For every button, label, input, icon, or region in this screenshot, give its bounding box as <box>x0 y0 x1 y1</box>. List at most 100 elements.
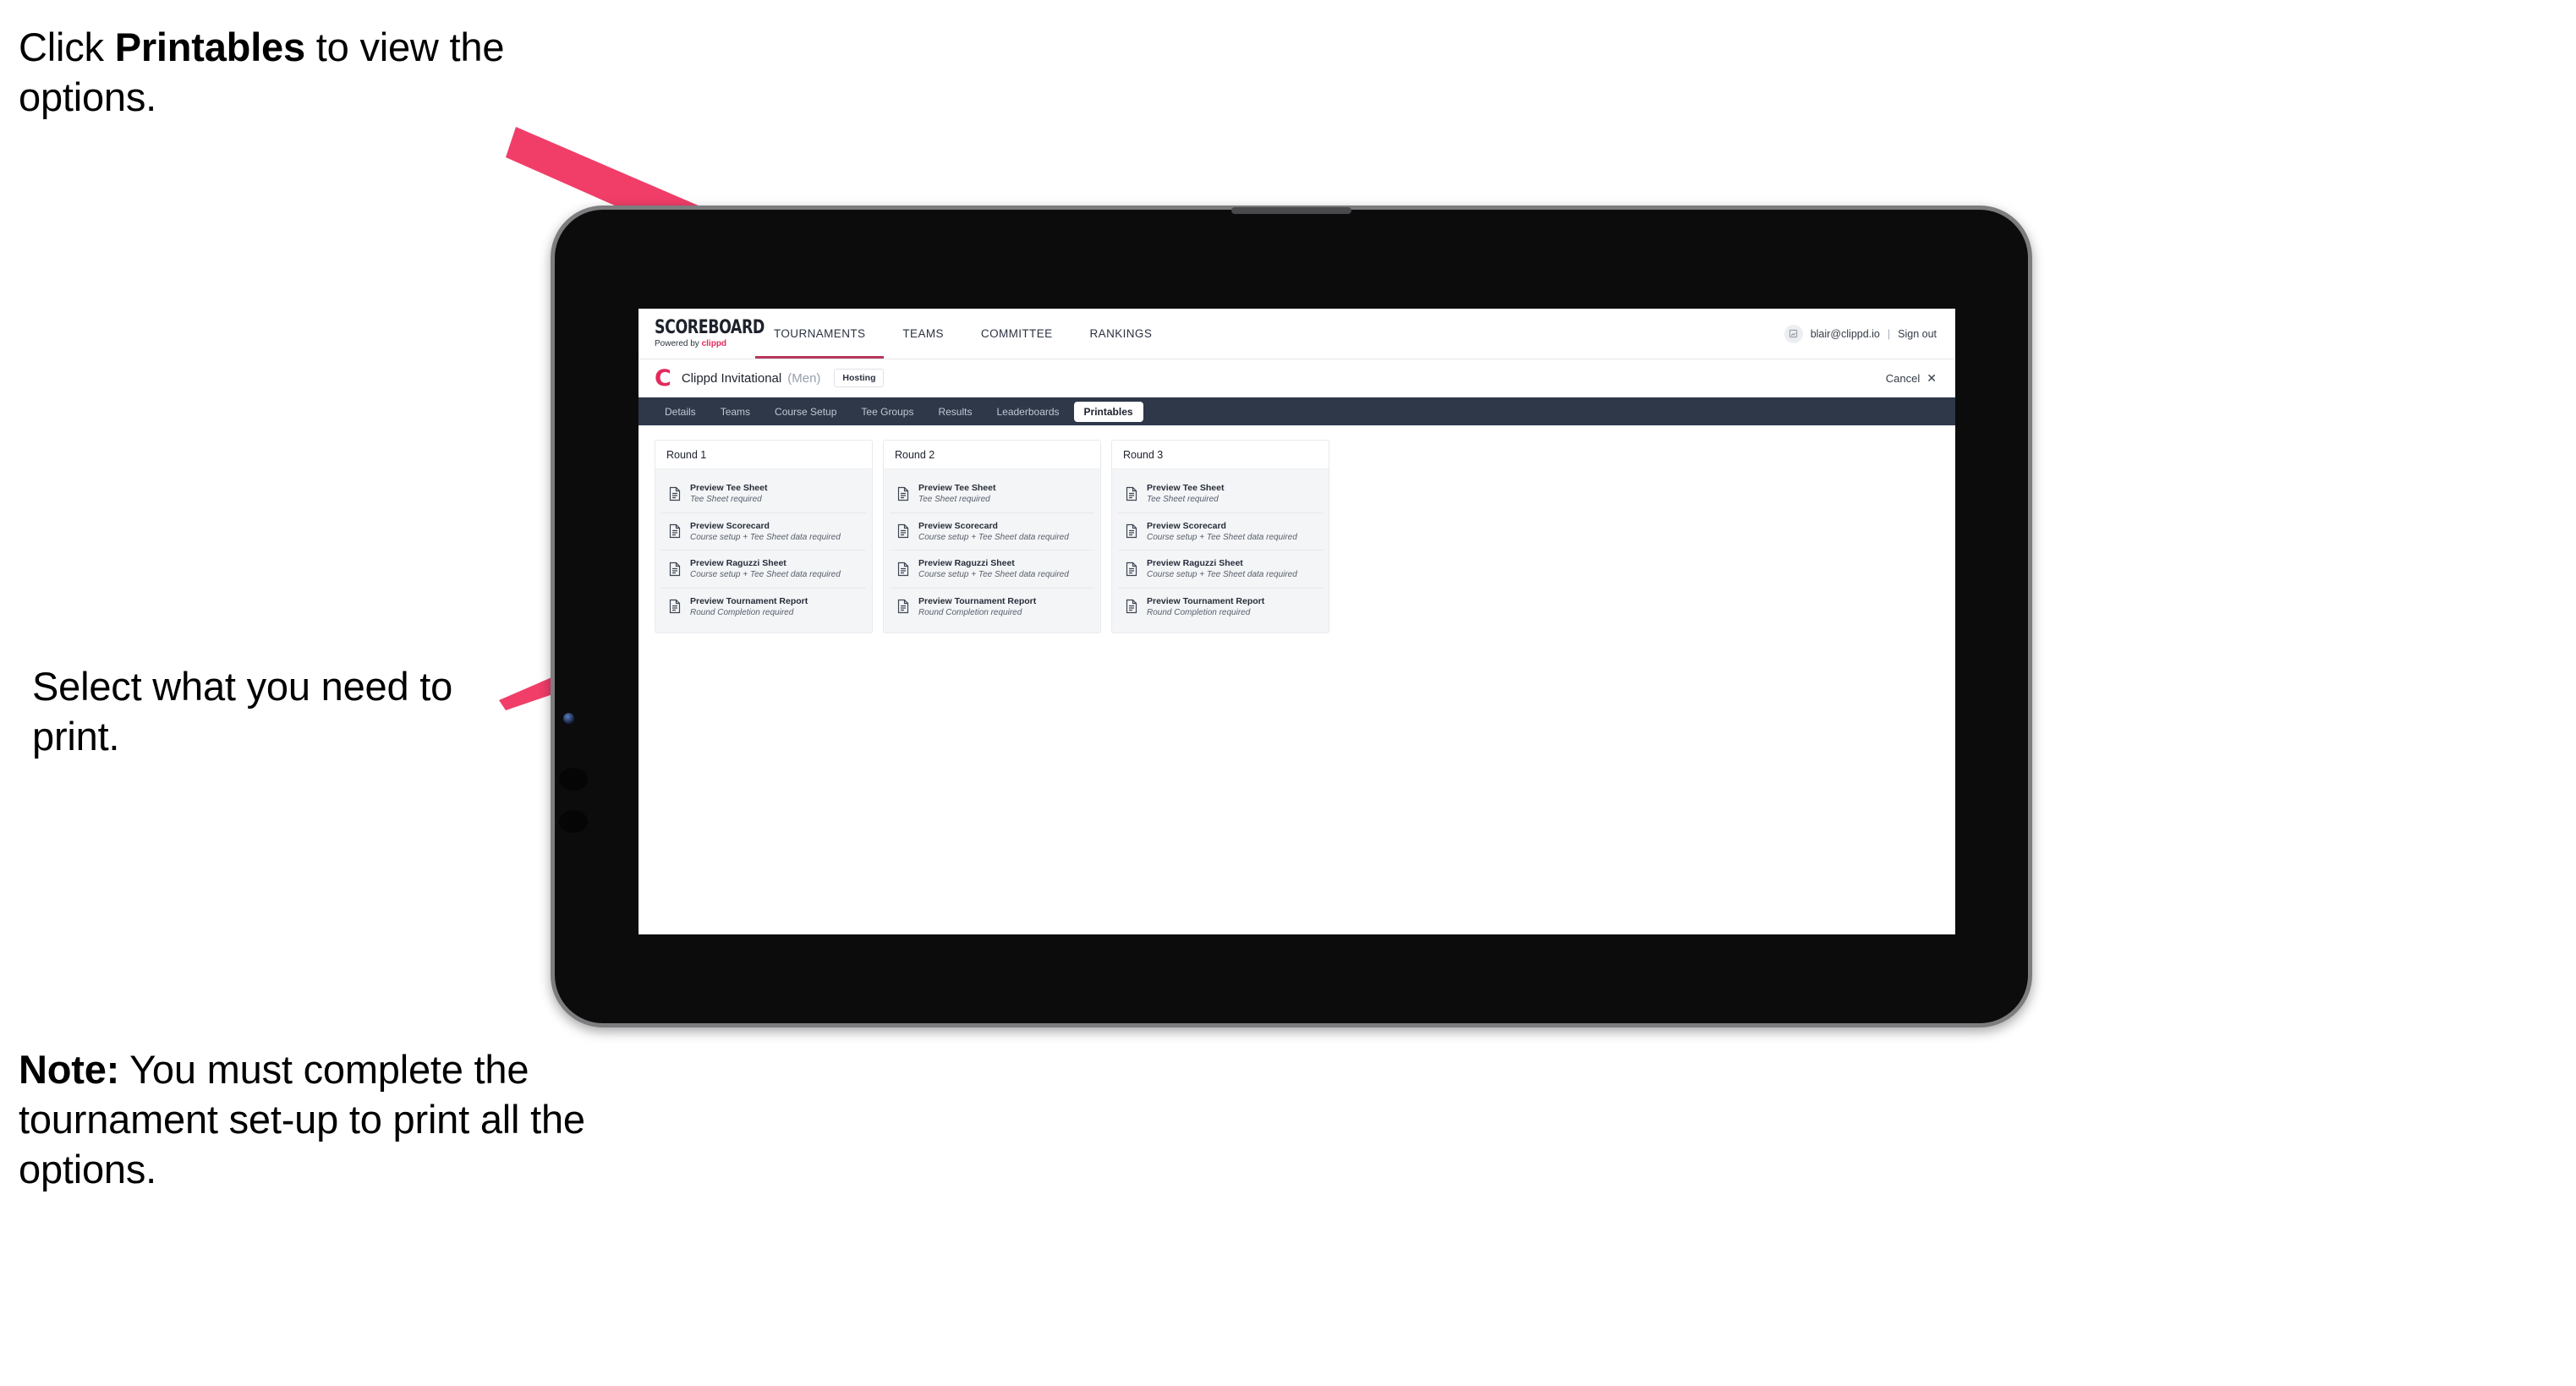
list-item-title: Preview Tee Sheet <box>1147 483 1225 493</box>
document-icon <box>668 486 682 501</box>
list-item-title: Preview Raguzzi Sheet <box>690 558 787 569</box>
document-icon <box>896 523 910 539</box>
list-item-title: Preview Scorecard <box>690 520 770 531</box>
list-item-title: Preview Scorecard <box>1147 520 1226 531</box>
nav-item-rankings[interactable]: RANKINGS <box>1072 309 1171 359</box>
user-avatar-icon[interactable] <box>1784 324 1803 343</box>
round-items-list: Preview Tee Sheet Tee Sheet required Pre… <box>1112 469 1329 633</box>
hosting-status-badge: Hosting <box>834 369 885 387</box>
tournament-header-bar: C Clippd Invitational (Men) Hosting Canc… <box>639 359 1955 397</box>
list-item-subtitle: Course setup + Tee Sheet data required <box>690 570 841 580</box>
list-item-subtitle: Course setup + Tee Sheet data required <box>1147 532 1297 542</box>
user-account-area: blair@clippd.io | Sign out <box>1784 309 1955 359</box>
list-item-subtitle: Course setup + Tee Sheet data required <box>690 532 841 542</box>
document-icon <box>896 562 910 577</box>
tab-teams[interactable]: Teams <box>710 402 760 422</box>
printables-content: Round 1 Preview Tee Sheet Tee Sheet requ… <box>639 425 1955 934</box>
user-email: blair@clippd.io <box>1810 327 1880 340</box>
list-item-title: Preview Raguzzi Sheet <box>1147 558 1243 569</box>
round-title: Round 2 <box>884 441 1100 469</box>
tournament-gender: (Men) <box>787 370 821 386</box>
list-item[interactable]: Preview Raguzzi Sheet Course setup + Tee… <box>661 551 866 589</box>
tab-label-details: Details <box>665 405 696 418</box>
tab-label-leaderboards: Leaderboards <box>996 405 1060 418</box>
document-icon <box>1125 486 1138 501</box>
tab-course-setup[interactable]: Course Setup <box>765 402 847 422</box>
cancel-button[interactable]: Cancel ✕ <box>1886 372 1937 385</box>
device-camera-icon <box>563 713 574 724</box>
annotation-note-bold: Note: <box>19 1047 120 1092</box>
device-volume-up-button[interactable] <box>559 768 588 791</box>
tab-label-tee-groups: Tee Groups <box>861 405 914 418</box>
list-item[interactable]: Preview Raguzzi Sheet Course setup + Tee… <box>890 551 1094 589</box>
annotation-note: Note: You must complete the tournament s… <box>19 1044 661 1195</box>
annotation-click-bold: Printables <box>114 25 305 69</box>
nav-item-tournaments[interactable]: TOURNAMENTS <box>755 309 885 359</box>
document-icon <box>1125 599 1138 614</box>
list-item-title: Preview Tee Sheet <box>690 483 768 493</box>
scoreboard-logo[interactable]: SCOREBOARD Powered by clippd <box>639 309 765 359</box>
list-item[interactable]: Preview Scorecard Course setup + Tee She… <box>890 512 1094 551</box>
tablet-screen: SCOREBOARD Powered by clippd TOURNAMENTS… <box>639 309 1955 934</box>
document-icon <box>668 562 682 577</box>
main-navigation: TOURNAMENTS TEAMS COMMITTEE RANKINGS <box>755 309 1170 359</box>
list-item[interactable]: Preview Raguzzi Sheet Course setup + Tee… <box>1118 551 1323 589</box>
list-item[interactable]: Preview Scorecard Course setup + Tee She… <box>1118 512 1323 551</box>
device-volume-down-button[interactable] <box>559 810 588 833</box>
round-items-list: Preview Tee Sheet Tee Sheet required Pre… <box>884 469 1100 633</box>
tab-details[interactable]: Details <box>655 402 706 422</box>
nav-label-tournaments: TOURNAMENTS <box>774 327 866 340</box>
list-item[interactable]: Preview Tournament Report Round Completi… <box>890 588 1094 626</box>
list-item-subtitle: Round Completion required <box>690 607 794 617</box>
annotation-click-pre: Click <box>19 25 115 69</box>
document-icon <box>1125 523 1138 539</box>
list-item-title: Preview Scorecard <box>918 520 998 531</box>
list-item-title: Preview Raguzzi Sheet <box>918 558 1015 569</box>
nav-item-teams[interactable]: TEAMS <box>884 309 962 359</box>
tablet-device-frame: SCOREBOARD Powered by clippd TOURNAMENTS… <box>551 205 2032 1027</box>
tab-leaderboards[interactable]: Leaderboards <box>986 402 1069 422</box>
annotation-click-printables: Click Printables to view the options. <box>19 22 560 122</box>
nav-label-committee: COMMITTEE <box>980 327 1053 340</box>
app-header: SCOREBOARD Powered by clippd TOURNAMENTS… <box>639 309 1955 359</box>
document-icon <box>668 599 682 614</box>
round-column-3: Round 3 Preview Tee Sheet Tee Sheet requ… <box>1111 440 1329 634</box>
tournament-name: Clippd Invitational <box>681 370 782 386</box>
annotation-select-print: Select what you need to print. <box>32 664 453 759</box>
list-item-subtitle: Course setup + Tee Sheet data required <box>918 532 1069 542</box>
nav-item-committee[interactable]: COMMITTEE <box>962 309 1072 359</box>
list-item-subtitle: Tee Sheet required <box>918 495 990 505</box>
list-item-subtitle: Course setup + Tee Sheet data required <box>918 570 1069 580</box>
round-column-1: Round 1 Preview Tee Sheet Tee Sheet requ… <box>655 440 873 634</box>
round-title: Round 3 <box>1112 441 1329 469</box>
list-item-subtitle: Course setup + Tee Sheet data required <box>1147 570 1297 580</box>
document-icon <box>668 523 682 539</box>
clippd-logo-icon: C <box>655 364 671 392</box>
tab-label-teams: Teams <box>720 405 751 418</box>
device-speaker-grille <box>1231 207 1351 214</box>
tab-label-printables: Printables <box>1083 405 1133 418</box>
brand-title: SCOREBOARD <box>655 317 765 338</box>
list-item[interactable]: Preview Scorecard Course setup + Tee She… <box>661 512 866 551</box>
round-items-list: Preview Tee Sheet Tee Sheet required Pre… <box>655 469 872 633</box>
tab-label-results: Results <box>938 405 973 418</box>
list-item[interactable]: Preview Tee Sheet Tee Sheet required <box>661 475 866 513</box>
close-icon: ✕ <box>1927 371 1937 385</box>
tab-tee-groups[interactable]: Tee Groups <box>851 402 924 422</box>
tab-results[interactable]: Results <box>928 402 982 422</box>
sign-out-button[interactable]: Sign out <box>1898 328 1937 340</box>
list-item-title: Preview Tournament Report <box>1147 595 1265 606</box>
list-item-subtitle: Tee Sheet required <box>1147 495 1219 505</box>
list-item[interactable]: Preview Tournament Report Round Completi… <box>1118 588 1323 626</box>
document-icon <box>896 599 910 614</box>
brand-subtitle: Powered by clippd <box>655 340 755 348</box>
list-item-subtitle: Round Completion required <box>918 607 1022 617</box>
cancel-label: Cancel <box>1885 371 1921 385</box>
list-item[interactable]: Preview Tee Sheet Tee Sheet required <box>890 475 1094 513</box>
list-item[interactable]: Preview Tee Sheet Tee Sheet required <box>1118 475 1323 513</box>
list-item[interactable]: Preview Tournament Report Round Completi… <box>661 588 866 626</box>
list-item-subtitle: Tee Sheet required <box>690 495 762 505</box>
tab-printables[interactable]: Printables <box>1073 401 1143 422</box>
round-column-2: Round 2 Preview Tee Sheet Tee Sheet requ… <box>883 440 1101 634</box>
tournament-subnav: Details Teams Course Setup Tee Groups Re… <box>639 397 1955 425</box>
